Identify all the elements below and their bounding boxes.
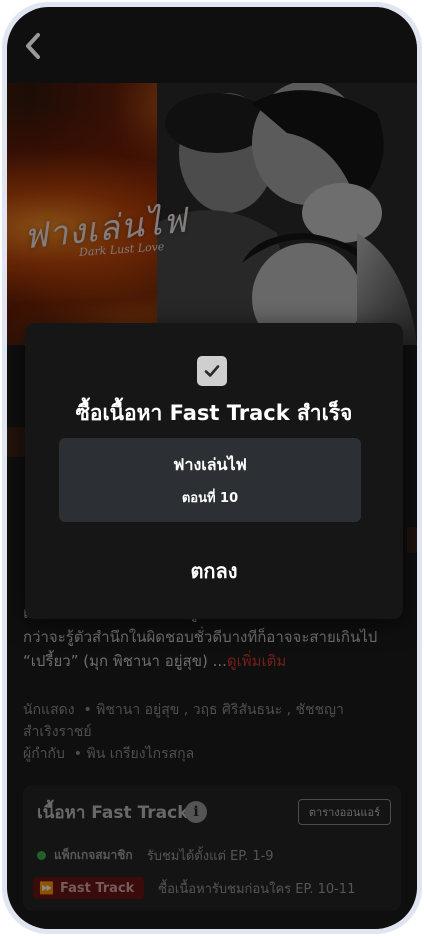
checkbox-icon (197, 356, 227, 386)
purchased-title: ฟางเล่นไฟ (173, 455, 247, 474)
chevron-left-icon (26, 33, 40, 59)
app-screen: ฟางเล่นไฟ Dark Lust Love และกำลังเล่นกับ… (7, 7, 417, 929)
purchase-info-box: ฟางเล่นไฟ ตอนที่ 10 (59, 438, 361, 522)
dialog-title: ซื้อเนื้อหา Fast Track สำเร็จ (75, 401, 353, 425)
check-icon (204, 365, 220, 377)
purchase-success-dialog: ซื้อเนื้อหา Fast Track สำเร็จ ฟางเล่นไฟ … (25, 323, 403, 619)
back-button[interactable] (19, 29, 47, 63)
purchased-episode: ตอนที่ 10 (181, 491, 239, 506)
device-frame: ฟางเล่นไฟ Dark Lust Love และกำลังเล่นกับ… (2, 2, 422, 934)
ok-button[interactable]: ตกลง (105, 549, 323, 593)
